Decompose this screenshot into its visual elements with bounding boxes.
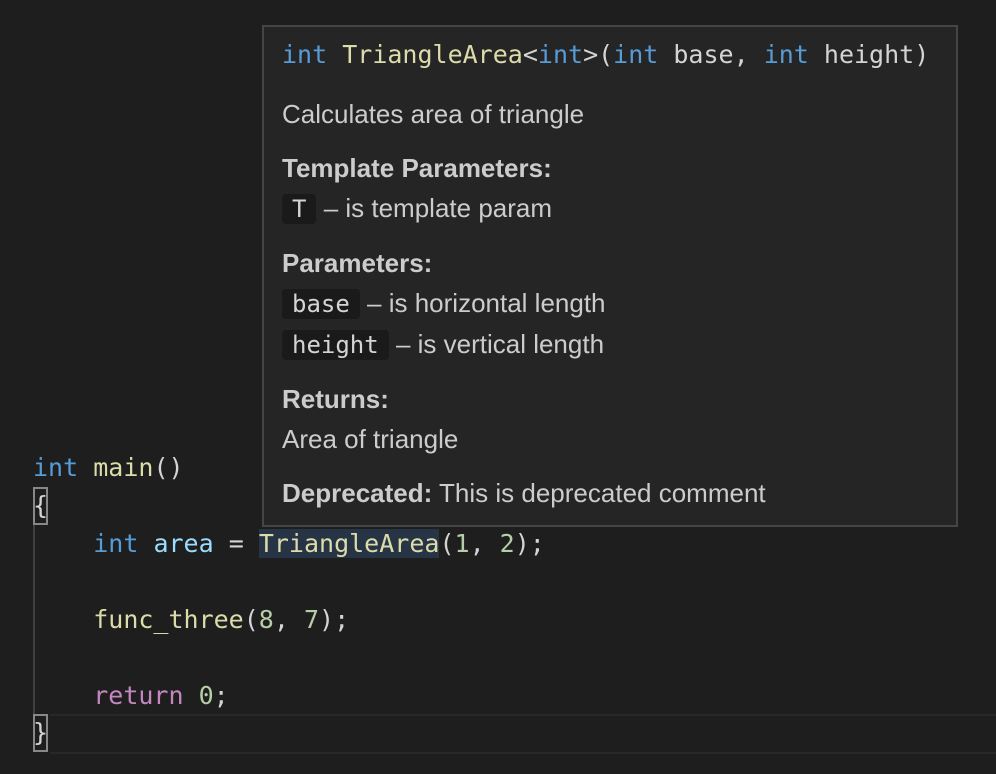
- keyword-int: int: [93, 529, 139, 558]
- param-description: – is template param: [323, 193, 553, 223]
- current-line-highlight: [50, 714, 996, 754]
- hover-description: Calculates area of triangle: [282, 99, 585, 129]
- sig-template-arg: int: [537, 40, 584, 69]
- punctuation: ,: [273, 605, 304, 634]
- param-item: height – is vertical length: [282, 324, 938, 365]
- param-description: – is vertical length: [395, 329, 605, 359]
- sig-return-type: int: [282, 40, 328, 69]
- param-description: – is horizontal length: [367, 288, 606, 318]
- code-line-7[interactable]: return 0;: [33, 677, 229, 715]
- code-tag: height: [282, 330, 389, 360]
- number-literal: 2: [499, 529, 515, 558]
- sig-punctuation: <: [522, 40, 538, 69]
- assign-operator: =: [213, 529, 259, 558]
- function-call-func-three[interactable]: func_three: [93, 605, 244, 634]
- function-call-trianglearea[interactable]: TriangleArea: [258, 529, 440, 558]
- returns-heading: Returns:: [282, 384, 389, 414]
- code-editor[interactable]: int main() { int area = TriangleArea(1, …: [0, 0, 996, 774]
- punctuation: (: [439, 529, 455, 558]
- template-params-heading: Template Parameters:: [282, 153, 552, 183]
- punctuation: );: [514, 529, 545, 558]
- variable-area[interactable]: area: [153, 529, 213, 558]
- keyword-int: int: [33, 453, 79, 482]
- punctuation: );: [319, 605, 350, 634]
- code-line-2[interactable]: {: [33, 487, 49, 525]
- sig-param-type: int: [763, 40, 809, 69]
- keyword-return: return: [93, 681, 184, 710]
- sig-param-name: base,: [658, 40, 764, 69]
- code-line-5[interactable]: func_three(8, 7);: [33, 601, 349, 639]
- code-line-8[interactable]: }: [33, 714, 49, 752]
- template-param-item: T – is template param: [282, 188, 938, 229]
- returns-text: Area of triangle: [282, 424, 459, 454]
- punctuation: (): [153, 453, 184, 482]
- number-literal: 1: [454, 529, 470, 558]
- sig-param-type: int: [613, 40, 659, 69]
- close-brace: }: [33, 714, 49, 752]
- number-literal: 7: [303, 605, 320, 634]
- deprecated-note: Deprecated: This is deprecated comment: [282, 473, 938, 513]
- number-literal: 8: [258, 605, 274, 634]
- sig-function-name: TriangleArea: [342, 40, 523, 69]
- function-name-main[interactable]: main: [93, 453, 153, 482]
- code-tag: T: [282, 194, 317, 224]
- number-literal: 0: [198, 681, 214, 710]
- deprecated-label: Deprecated:: [282, 478, 433, 508]
- code-line-1[interactable]: int main(): [33, 449, 184, 487]
- open-brace: {: [33, 487, 49, 525]
- punctuation: (: [243, 605, 259, 634]
- sig-param-name: height): [808, 40, 930, 69]
- punctuation: ,: [469, 529, 500, 558]
- punctuation: ;: [213, 681, 229, 710]
- sig-punctuation: >(: [583, 40, 614, 69]
- code-line-3[interactable]: int area = TriangleArea(1, 2);: [33, 525, 545, 563]
- param-item: base – is horizontal length: [282, 283, 938, 324]
- params-heading: Parameters:: [282, 248, 433, 278]
- code-tag: base: [282, 289, 360, 319]
- function-signature: int TriangleArea<int>(int base, int heig…: [282, 39, 938, 71]
- hover-tooltip: int TriangleArea<int>(int base, int heig…: [262, 25, 958, 527]
- deprecated-text: This is deprecated comment: [439, 478, 766, 508]
